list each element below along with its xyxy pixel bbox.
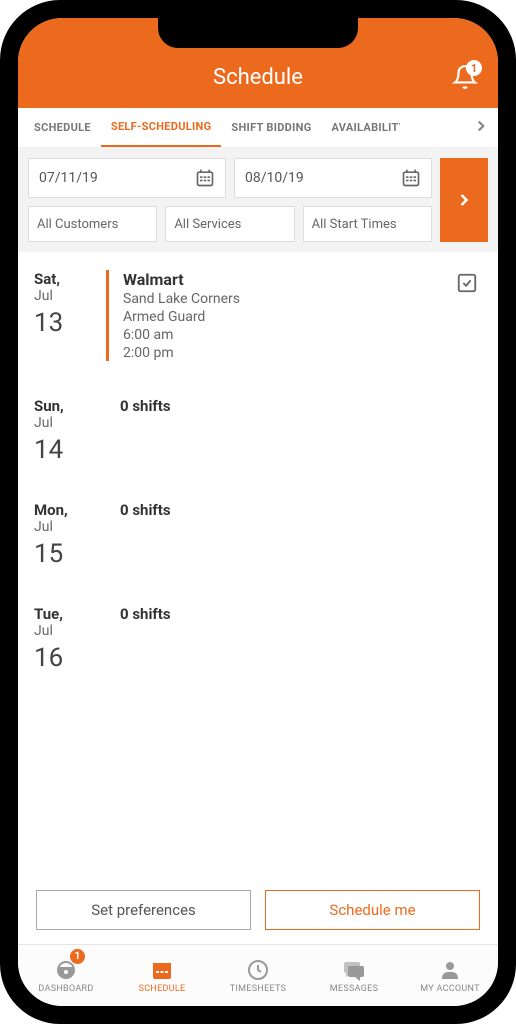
shift-location: Sand Lake Corners (123, 291, 482, 307)
day-row[interactable]: Sat, Jul 13 Walmart Sand Lake Corners Ar… (18, 252, 498, 379)
tab-shift-bidding[interactable]: SHIFT BIDDING (221, 108, 321, 147)
day-row[interactable]: Sun, Jul 14 0 shifts (18, 379, 498, 483)
tab-schedule[interactable]: SCHEDULE (24, 108, 101, 147)
shift-details: 0 shifts (106, 605, 482, 673)
nav-label: DASHBOARD (38, 984, 93, 994)
bottom-nav: 1 DASHBOARD SCHEDULE TIMESHEETS MESSAGES… (18, 944, 498, 1006)
no-shifts-label: 0 shifts (120, 605, 482, 623)
checkbox-checked-icon (456, 272, 478, 294)
nav-badge: 1 (70, 949, 85, 964)
shift-details: Walmart Sand Lake Corners Armed Guard 6:… (106, 270, 482, 361)
date-from-input[interactable]: 07/11/19 (28, 158, 226, 198)
day-date: Sun, Jul 14 (34, 397, 106, 465)
day-row[interactable]: Tue, Jul 16 0 shifts (18, 587, 498, 691)
shift-details: 0 shifts (106, 501, 482, 569)
filters-panel: 07/11/19 08/10/19 All Customers All Serv… (18, 148, 498, 252)
day-date: Mon, Jul 15 (34, 501, 106, 569)
date-to-value: 08/10/19 (245, 170, 304, 186)
calendar-icon (195, 168, 215, 188)
nav-label: SCHEDULE (139, 984, 186, 994)
nav-schedule[interactable]: SCHEDULE (114, 945, 210, 1006)
date-from-value: 07/11/19 (39, 170, 98, 186)
nav-dashboard[interactable]: 1 DASHBOARD (18, 945, 114, 1006)
tabs-scroll-right[interactable] (472, 117, 492, 139)
screen: Schedule 1 SCHEDULE SELF-SCHEDULING SHIF… (18, 18, 498, 1006)
chevron-right-icon (472, 117, 490, 135)
nav-label: TIMESHEETS (230, 984, 287, 994)
services-dropdown[interactable]: All Services (165, 206, 294, 242)
customers-dropdown[interactable]: All Customers (28, 206, 157, 242)
shift-customer: Walmart (123, 270, 482, 289)
day-row[interactable]: Mon, Jul 15 0 shifts (18, 483, 498, 587)
calendar-icon (401, 168, 421, 188)
clock-icon (246, 958, 270, 982)
tab-self-scheduling[interactable]: SELF-SCHEDULING (101, 108, 222, 147)
no-shifts-label: 0 shifts (120, 397, 482, 415)
date-to-input[interactable]: 08/10/19 (234, 158, 432, 198)
shift-select-checkbox[interactable] (456, 272, 478, 298)
schedule-list[interactable]: Sat, Jul 13 Walmart Sand Lake Corners Ar… (18, 252, 498, 876)
shift-start: 6:00 am (123, 327, 482, 343)
nav-label: MESSAGES (330, 984, 378, 994)
user-icon (438, 958, 462, 982)
day-date: Tue, Jul 16 (34, 605, 106, 673)
shift-end: 2:00 pm (123, 345, 482, 361)
chat-icon (342, 958, 366, 982)
page-title: Schedule (213, 65, 303, 90)
nav-timesheets[interactable]: TIMESHEETS (210, 945, 306, 1006)
shift-details: 0 shifts (106, 397, 482, 465)
nav-messages[interactable]: MESSAGES (306, 945, 402, 1006)
tab-availability[interactable]: AVAILABILITY (322, 108, 400, 147)
phone-notch (158, 18, 358, 48)
day-date: Sat, Jul 13 (34, 270, 106, 361)
start-times-dropdown[interactable]: All Start Times (303, 206, 432, 242)
notification-badge: 1 (466, 60, 482, 76)
shift-role: Armed Guard (123, 309, 482, 325)
apply-filters-button[interactable] (440, 158, 488, 242)
nav-label: MY ACCOUNT (420, 984, 480, 994)
no-shifts-label: 0 shifts (120, 501, 482, 519)
set-preferences-button[interactable]: Set preferences (36, 890, 251, 930)
chevron-right-icon (454, 190, 474, 210)
action-bar: Set preferences Schedule me (18, 876, 498, 944)
calendar-icon (150, 958, 174, 982)
nav-account[interactable]: MY ACCOUNT (402, 945, 498, 1006)
tab-bar: SCHEDULE SELF-SCHEDULING SHIFT BIDDING A… (18, 108, 498, 148)
filters-fields: 07/11/19 08/10/19 All Customers All Serv… (28, 158, 432, 242)
phone-frame: Schedule 1 SCHEDULE SELF-SCHEDULING SHIF… (0, 0, 516, 1024)
schedule-me-button[interactable]: Schedule me (265, 890, 480, 930)
notifications-button[interactable]: 1 (452, 64, 478, 94)
